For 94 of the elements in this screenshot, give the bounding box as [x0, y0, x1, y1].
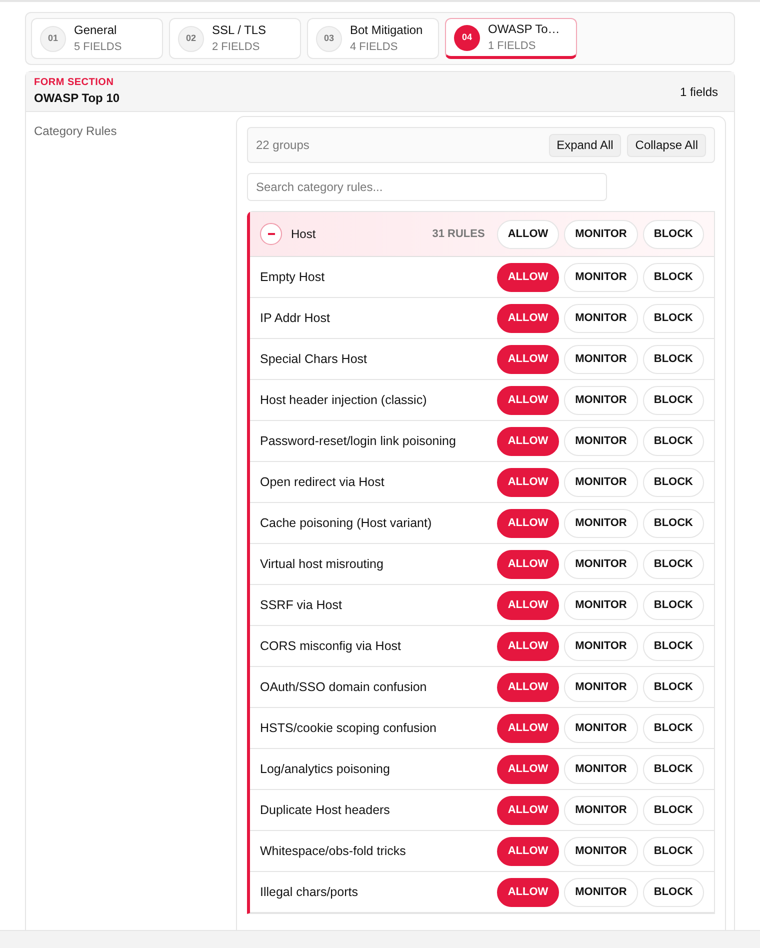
rule-name: Virtual host misrouting: [260, 556, 384, 573]
step-title: General: [74, 22, 118, 38]
toolbar-button[interactable]: Expand All: [548, 134, 622, 156]
step-title: SSL / TLS: [212, 22, 266, 38]
action-toggle[interactable]: ALLOW: [496, 714, 560, 742]
action-toggle[interactable]: BLOCK: [642, 304, 704, 332]
action-toggle[interactable]: BLOCK: [642, 796, 704, 824]
rule-name: IP Addr Host: [260, 310, 330, 327]
rule-name: Special Chars Host: [260, 350, 367, 368]
action-toggle[interactable]: ALLOW: [496, 386, 560, 414]
step-tab[interactable]: 04 OWASP To… 1 FIELDS: [445, 18, 577, 59]
rule-name: Open redirect via Host: [260, 474, 384, 491]
rule-name: Illegal chars/ports: [260, 884, 358, 901]
action-toggle[interactable]: BLOCK: [642, 468, 704, 496]
search-field[interactable]: Search category rules...: [247, 173, 607, 201]
rule-name: CORS misconfig via Host: [260, 638, 402, 655]
action-toggle[interactable]: BLOCK: [642, 754, 704, 784]
rule-name: Password-reset/login link poisoning: [260, 432, 456, 450]
action-toggle[interactable]: BLOCK: [642, 714, 704, 742]
step-subtitle: 1 FIELDS: [488, 40, 537, 54]
group-name: Host: [291, 226, 316, 243]
action-toggle[interactable]: ALLOW: [496, 262, 560, 292]
step-title: OWASP To…: [488, 22, 560, 37]
action-toggle[interactable]: MONITOR: [564, 632, 638, 660]
rule-name: Duplicate Host headers: [260, 802, 390, 819]
action-toggle[interactable]: BLOCK: [642, 426, 704, 456]
action-toggle[interactable]: MONITOR: [564, 714, 638, 742]
group-count: 22 groups: [256, 137, 310, 154]
action-toggle[interactable]: BLOCK: [642, 836, 704, 866]
action-toggle[interactable]: BLOCK: [642, 220, 704, 248]
step-subtitle: 4 FIELDS: [350, 40, 399, 54]
step-number: 02: [178, 26, 204, 52]
action-toggle[interactable]: MONITOR: [564, 386, 638, 414]
action-toggle[interactable]: ALLOW: [496, 468, 560, 496]
step-number: 03: [316, 26, 342, 52]
rule-name: Whitespace/obs-fold tricks: [260, 842, 406, 860]
toolbar-button[interactable]: Collapse All: [627, 134, 706, 156]
action-toggle[interactable]: ALLOW: [496, 632, 560, 660]
action-toggle[interactable]: BLOCK: [642, 590, 704, 620]
rule-name: Log/analytics poisoning: [260, 760, 390, 778]
action-toggle[interactable]: MONITOR: [564, 796, 638, 824]
action-toggle[interactable]: BLOCK: [642, 672, 704, 702]
section-title: OWASP Top 10: [34, 91, 120, 106]
rule-name: Cache poisoning (Host variant): [260, 514, 432, 532]
action-toggle[interactable]: MONITOR: [564, 550, 638, 578]
action-toggle[interactable]: ALLOW: [496, 590, 560, 620]
collapse-toggle-icon[interactable]: [260, 223, 282, 245]
rule-name: HSTS/cookie scoping confusion: [260, 720, 436, 737]
action-toggle[interactable]: MONITOR: [564, 590, 638, 620]
action-toggle[interactable]: MONITOR: [564, 468, 638, 496]
action-toggle[interactable]: ALLOW: [496, 754, 560, 784]
action-toggle[interactable]: MONITOR: [564, 304, 638, 332]
action-toggle[interactable]: MONITOR: [564, 672, 638, 702]
rule-name: Host header injection (classic): [260, 392, 427, 409]
action-toggle[interactable]: MONITOR: [564, 344, 638, 374]
action-toggle[interactable]: ALLOW: [496, 672, 560, 702]
action-toggle[interactable]: ALLOW: [496, 550, 560, 578]
action-toggle[interactable]: ALLOW: [496, 304, 560, 332]
step-tab[interactable]: 02 SSL / TLS 2 FIELDS: [169, 18, 301, 59]
action-toggle[interactable]: ALLOW: [496, 220, 560, 248]
action-toggle[interactable]: MONITOR: [564, 836, 638, 866]
action-toggle[interactable]: ALLOW: [496, 796, 560, 824]
rule-count: 31 RULES: [432, 226, 485, 242]
step-tab[interactable]: 01 General 5 FIELDS: [31, 18, 163, 59]
action-toggle[interactable]: BLOCK: [642, 878, 704, 906]
action-toggle[interactable]: ALLOW: [496, 878, 560, 906]
field-label: Category Rules: [34, 124, 117, 138]
rule-name: OAuth/SSO domain confusion: [260, 678, 427, 696]
action-toggle[interactable]: MONITOR: [564, 426, 638, 456]
step-number: 04: [454, 24, 480, 50]
field-count: 1 fields: [680, 84, 718, 100]
rule-name: SSRF via Host: [260, 596, 342, 614]
action-toggle[interactable]: BLOCK: [642, 550, 704, 578]
action-toggle[interactable]: MONITOR: [564, 508, 638, 538]
step-subtitle: 5 FIELDS: [74, 40, 122, 54]
action-toggle[interactable]: ALLOW: [496, 508, 560, 538]
action-toggle[interactable]: MONITOR: [564, 878, 638, 906]
action-toggle[interactable]: BLOCK: [642, 508, 704, 538]
step-title: Bot Mitigation: [350, 22, 423, 38]
action-toggle[interactable]: ALLOW: [496, 836, 560, 866]
rule-name: Empty Host: [260, 268, 325, 286]
action-toggle[interactable]: BLOCK: [642, 262, 704, 292]
action-toggle[interactable]: BLOCK: [642, 386, 704, 414]
step-tab[interactable]: 03 Bot Mitigation 4 FIELDS: [307, 18, 439, 59]
action-toggle[interactable]: ALLOW: [496, 426, 560, 456]
step-number: 01: [40, 26, 66, 52]
action-toggle[interactable]: MONITOR: [564, 220, 638, 248]
action-toggle[interactable]: MONITOR: [564, 754, 638, 784]
action-toggle[interactable]: MONITOR: [564, 262, 638, 292]
section-eyebrow: FORM SECTION: [34, 76, 115, 90]
action-toggle[interactable]: BLOCK: [642, 344, 704, 374]
action-toggle[interactable]: BLOCK: [642, 632, 704, 660]
action-toggle[interactable]: ALLOW: [496, 344, 560, 374]
step-subtitle: 2 FIELDS: [212, 40, 261, 54]
